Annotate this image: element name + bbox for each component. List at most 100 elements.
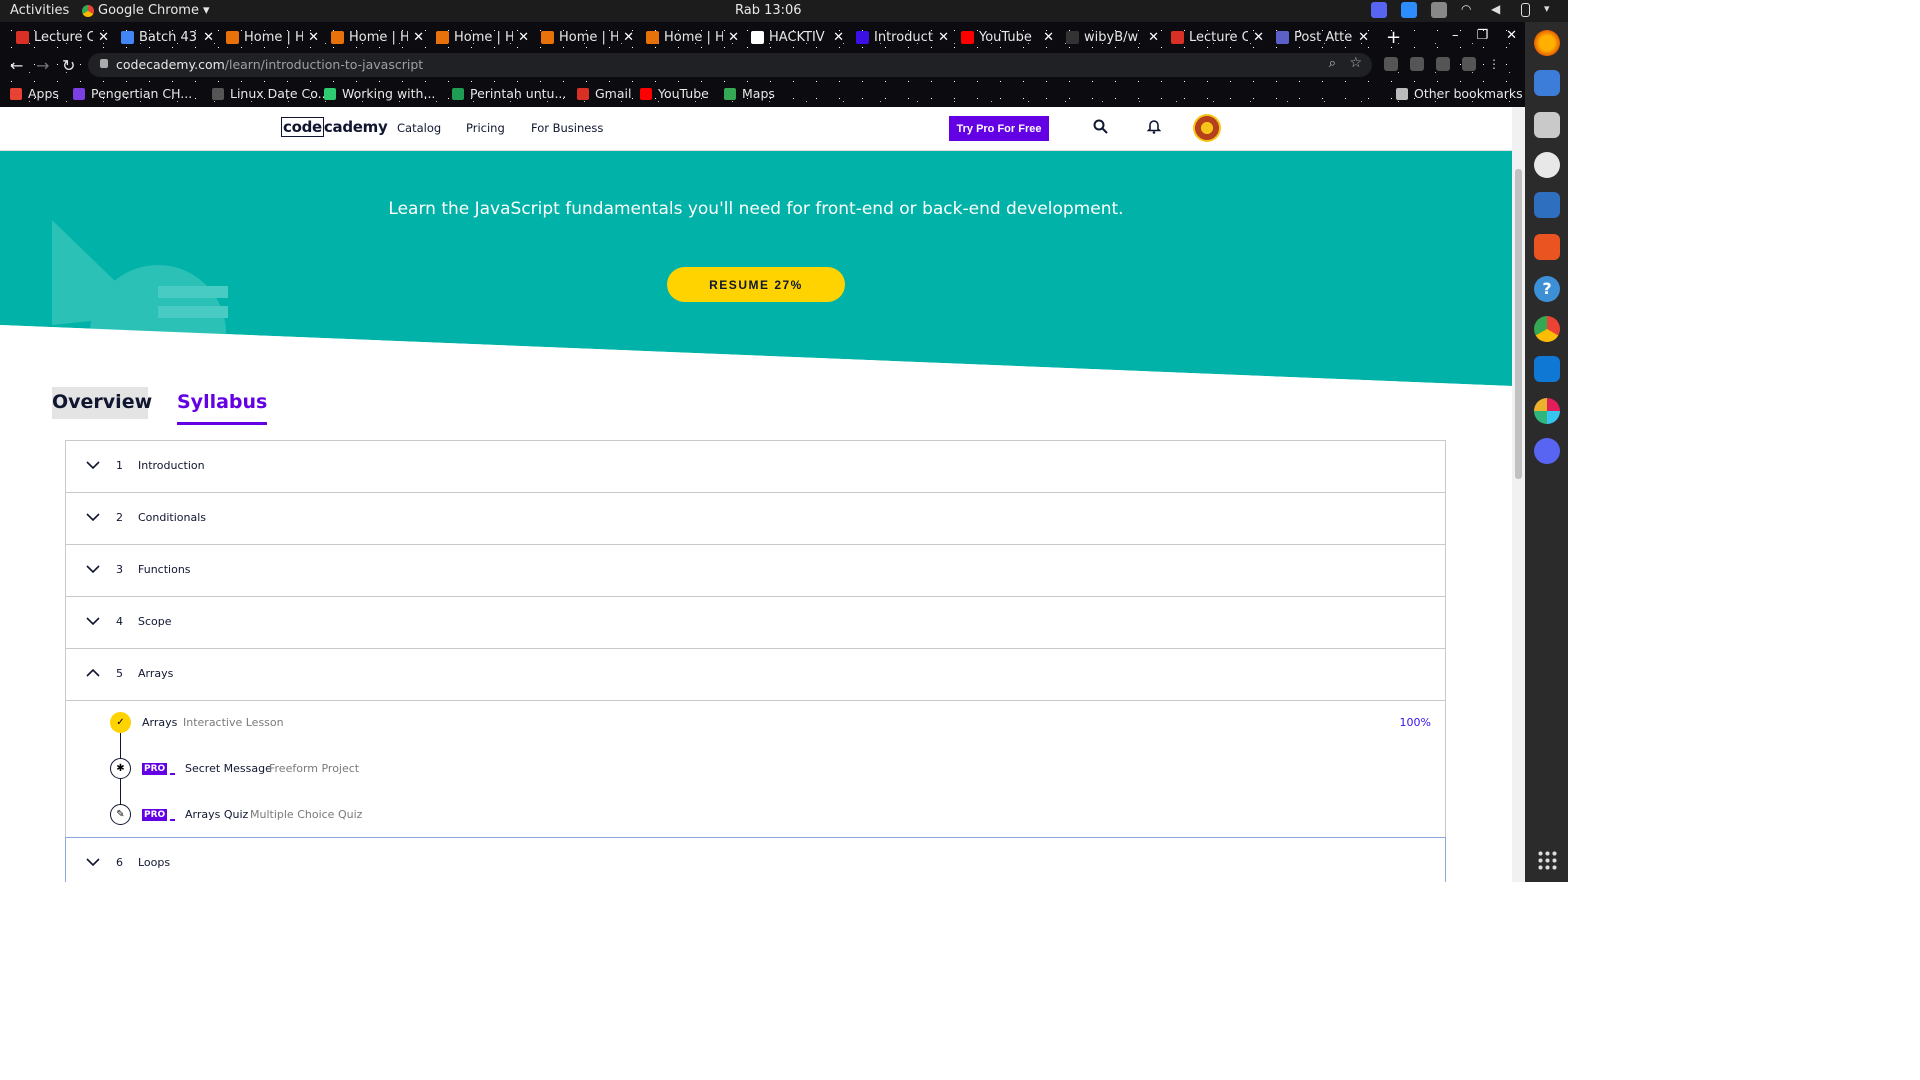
- discord-icon[interactable]: [1534, 438, 1560, 464]
- codecademy-logo[interactable]: code cademy: [281, 117, 388, 137]
- chevron-down-icon[interactable]: [86, 614, 100, 629]
- resume-button[interactable]: RESUME 27%: [667, 267, 845, 302]
- browser-tab[interactable]: Introduct ✕: [850, 22, 955, 52]
- try-pro-button[interactable]: Try Pro For Free: [949, 116, 1049, 141]
- battery-icon[interactable]: [1521, 3, 1530, 17]
- browser-tab[interactable]: HACKTIV ✕: [745, 22, 850, 52]
- browser-tab[interactable]: wibyB/w ✕: [1060, 22, 1165, 52]
- tab-close-icon[interactable]: ✕: [833, 30, 844, 45]
- tab-close-icon[interactable]: ✕: [938, 30, 949, 45]
- nav-pricing[interactable]: Pricing: [466, 121, 505, 135]
- browser-tab[interactable]: Lecture C ✕: [10, 22, 115, 52]
- tab-close-icon[interactable]: ✕: [1253, 30, 1264, 45]
- zoom-icon[interactable]: ⌕: [1329, 56, 1336, 71]
- new-tab-button[interactable]: +: [1386, 27, 1401, 48]
- browser-tab[interactable]: Home | H ✕: [220, 22, 325, 52]
- module-row[interactable]: 6 Loops: [65, 837, 1446, 882]
- nav-catalog[interactable]: Catalog: [397, 121, 441, 135]
- minimize-icon[interactable]: –: [1452, 28, 1459, 43]
- tab-close-icon[interactable]: ✕: [1043, 30, 1054, 45]
- chevron-down-icon[interactable]: [86, 562, 100, 577]
- bookmark-item[interactable]: Linux Date Co...: [212, 86, 330, 101]
- vscode-icon[interactable]: [1534, 356, 1560, 382]
- extension-puzzle-icon[interactable]: [1462, 57, 1476, 71]
- bookmark-item[interactable]: Working with...: [324, 86, 435, 101]
- browser-tab[interactable]: Lecture C ✕: [1165, 22, 1270, 52]
- scrollbar[interactable]: [1512, 107, 1525, 882]
- tab-close-icon[interactable]: ✕: [308, 30, 319, 45]
- tab-close-icon[interactable]: ✕: [728, 30, 739, 45]
- close-window-icon[interactable]: ✕: [1506, 28, 1517, 43]
- browser-tab[interactable]: YouTube ✕: [955, 22, 1060, 52]
- bookmark-item[interactable]: Pengertian CH...: [73, 86, 192, 101]
- tab-close-icon[interactable]: ✕: [413, 30, 424, 45]
- rhythmbox-icon[interactable]: [1534, 152, 1560, 178]
- back-arrow-icon[interactable]: ←: [10, 56, 23, 75]
- tab-close-icon[interactable]: ✕: [1358, 30, 1369, 45]
- tab-close-icon[interactable]: ✕: [1148, 30, 1159, 45]
- thunderbird-icon[interactable]: [1534, 70, 1560, 96]
- lesson-item[interactable]: ✱ PRO Secret Message Freeform Project: [66, 758, 1445, 780]
- software-center-icon[interactable]: [1534, 234, 1560, 260]
- tab-close-icon[interactable]: ✕: [623, 30, 634, 45]
- bookmark-item[interactable]: YouTube: [640, 86, 709, 101]
- tab-close-icon[interactable]: ✕: [203, 30, 214, 45]
- discord-tray-icon[interactable]: [1371, 2, 1387, 18]
- extension-camera-icon[interactable]: [1410, 57, 1424, 71]
- bookmark-item[interactable]: Apps: [10, 86, 59, 101]
- browser-tab[interactable]: Home | H ✕: [640, 22, 745, 52]
- lesson-name[interactable]: Arrays: [142, 716, 177, 729]
- browser-tab[interactable]: Home | H ✕: [430, 22, 535, 52]
- chevron-down-icon[interactable]: [86, 510, 100, 525]
- avatar[interactable]: [1193, 114, 1221, 142]
- wifi-icon[interactable]: ◠: [1461, 2, 1477, 18]
- module-row[interactable]: 5 Arrays: [65, 648, 1446, 700]
- chevron-down-icon[interactable]: [86, 855, 100, 870]
- clock[interactable]: Rab 13:06: [735, 3, 802, 18]
- maximize-icon[interactable]: ❐: [1476, 28, 1488, 43]
- chevron-up-icon[interactable]: [86, 666, 100, 681]
- browser-tab[interactable]: Home | H ✕: [325, 22, 430, 52]
- other-bookmarks[interactable]: Other bookmarks: [1396, 86, 1523, 101]
- bell-icon[interactable]: [1146, 119, 1162, 138]
- browser-tab[interactable]: Batch 43 ✕: [115, 22, 220, 52]
- show-applications-icon[interactable]: [1537, 850, 1557, 870]
- lesson-item[interactable]: ✓ Arrays Interactive Lesson 100%: [66, 712, 1445, 734]
- files-icon[interactable]: [1534, 112, 1560, 138]
- slack-icon[interactable]: [1534, 398, 1560, 424]
- bookmark-item[interactable]: Perintah untu...: [452, 86, 566, 101]
- activities-button[interactable]: Activities: [10, 3, 69, 18]
- module-row[interactable]: 2 Conditionals: [65, 492, 1446, 544]
- search-icon[interactable]: [1093, 119, 1108, 138]
- extension-mic-icon[interactable]: [1436, 57, 1450, 71]
- system-tray[interactable]: ◠ ◀ ▾: [1371, 2, 1560, 18]
- lesson-name[interactable]: Arrays Quiz: [185, 808, 248, 821]
- menu-kebab-icon[interactable]: ⋮: [1488, 57, 1502, 71]
- module-row[interactable]: 1 Introduction: [65, 440, 1446, 492]
- app-menu[interactable]: Google Chrome ▾: [82, 3, 210, 18]
- volume-icon[interactable]: ◀: [1491, 2, 1507, 18]
- forward-arrow-icon[interactable]: →: [36, 56, 49, 75]
- writer-icon[interactable]: [1534, 192, 1560, 218]
- lock-icon[interactable]: [100, 59, 108, 68]
- browser-tab[interactable]: Post Atte ✕: [1270, 22, 1375, 52]
- chevron-down-icon[interactable]: [86, 458, 100, 473]
- help-icon[interactable]: ?: [1534, 276, 1560, 302]
- reload-icon[interactable]: ↻: [62, 56, 75, 75]
- module-row[interactable]: 3 Functions: [65, 544, 1446, 596]
- chrome-dock-icon[interactable]: [1534, 316, 1560, 342]
- tab-syllabus[interactable]: Syllabus: [177, 387, 268, 425]
- zoom-tray-icon[interactable]: [1401, 2, 1417, 18]
- lesson-name[interactable]: Secret Message: [185, 762, 272, 775]
- tab-close-icon[interactable]: ✕: [518, 30, 529, 45]
- power-menu-icon[interactable]: ▾: [1544, 2, 1560, 18]
- bookmark-item[interactable]: Gmail: [577, 86, 631, 101]
- slack-tray-icon[interactable]: [1431, 2, 1447, 18]
- url-text[interactable]: codecademy.com/learn/introduction-to-jav…: [116, 57, 423, 72]
- address-bar[interactable]: codecademy.com/learn/introduction-to-jav…: [88, 53, 1372, 77]
- bookmark-item[interactable]: Maps: [724, 86, 775, 101]
- browser-tab[interactable]: Home | H ✕: [535, 22, 640, 52]
- nav-for-business[interactable]: For Business: [531, 121, 603, 135]
- lesson-item[interactable]: ✎ PRO Arrays Quiz Multiple Choice Quiz: [66, 804, 1445, 826]
- tab-close-icon[interactable]: ✕: [98, 30, 109, 45]
